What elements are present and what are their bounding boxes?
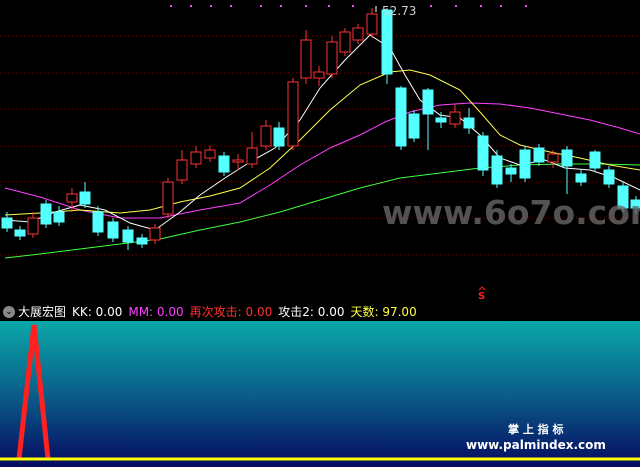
candle — [381, 8, 393, 84]
candle-body — [14, 229, 26, 237]
candle-body — [40, 203, 52, 225]
candle — [477, 132, 489, 176]
candle-body — [122, 229, 134, 243]
candle-body — [204, 149, 216, 159]
candle-body — [408, 113, 420, 139]
candle-body — [287, 81, 299, 147]
watermark-text: www.6o7o.com — [382, 193, 640, 232]
candle-body — [326, 41, 338, 75]
candle-body — [107, 221, 119, 239]
candle-body — [260, 125, 272, 147]
indicator-attack-again: 再次攻击: 0.00 — [189, 305, 273, 319]
candle-body — [66, 193, 78, 203]
candle — [162, 178, 174, 218]
candle-body — [449, 111, 461, 125]
candle-body — [547, 153, 559, 163]
candle-body — [395, 87, 407, 147]
sell-signal-icon: S — [478, 291, 485, 302]
candle-body — [603, 169, 615, 185]
candle — [326, 36, 338, 78]
candle-body — [246, 147, 258, 165]
collapse-chevron-icon[interactable]: ⌄ — [3, 305, 15, 318]
candle-body — [273, 127, 285, 147]
candle-body — [92, 211, 104, 233]
indicator-header-bar: ⌄ 大展宏图 KK: 0.00 MM: 0.00 再次攻击: 0.00 攻击2:… — [0, 302, 640, 321]
candle-body — [79, 191, 91, 205]
candle-body — [491, 155, 503, 185]
brand-url-text: www.palmindex.com — [466, 438, 606, 452]
candle-body — [149, 227, 161, 241]
indicator-days: 天数: 97.00 — [350, 305, 417, 319]
candle — [519, 146, 531, 182]
candle — [218, 152, 230, 176]
candle-body — [300, 39, 312, 79]
main-price-chart[interactable]: 52.73 S www.6o7o.com — [0, 0, 640, 302]
indicator-name[interactable]: 大展宏图 — [18, 303, 66, 320]
candle-body — [136, 237, 148, 245]
indicator-mm: MM: 0.00 — [128, 304, 184, 319]
candle-body — [366, 13, 378, 35]
candle-body — [162, 181, 174, 215]
candle — [395, 86, 407, 150]
candle — [40, 200, 52, 228]
candle — [408, 110, 420, 142]
candle — [491, 150, 503, 188]
candle-body — [381, 9, 393, 75]
candle-body — [232, 159, 244, 163]
candle-body — [519, 149, 531, 179]
candle-body — [352, 27, 364, 41]
candle-body — [1, 217, 13, 229]
candle-body — [190, 151, 202, 165]
candle — [287, 78, 299, 150]
candle-body — [477, 135, 489, 171]
candle-body — [53, 211, 65, 223]
indicator-attack2: 攻击2: 0.00 — [278, 305, 345, 319]
indicator-kk: KK: 0.00 — [72, 304, 123, 319]
candle-body — [339, 31, 351, 53]
candle-body — [561, 149, 573, 167]
candle-body — [589, 151, 601, 169]
candle-body — [435, 117, 447, 123]
candle-body — [313, 71, 325, 79]
candle — [107, 218, 119, 242]
candle-body — [463, 117, 475, 129]
indicator-subchart[interactable]: 掌 上 指 标 www.palmindex.com — [0, 321, 640, 467]
candle — [339, 28, 351, 56]
candle-body — [533, 147, 545, 163]
candle-body — [27, 217, 39, 235]
candle-body — [575, 173, 587, 183]
brand-cn-text: 掌 上 指 标 — [508, 422, 564, 436]
candle-body — [505, 167, 517, 175]
candle-body — [218, 155, 230, 173]
candle-body — [422, 89, 434, 115]
candle-body — [176, 159, 188, 181]
high-price-label: 52.73 — [382, 4, 416, 18]
